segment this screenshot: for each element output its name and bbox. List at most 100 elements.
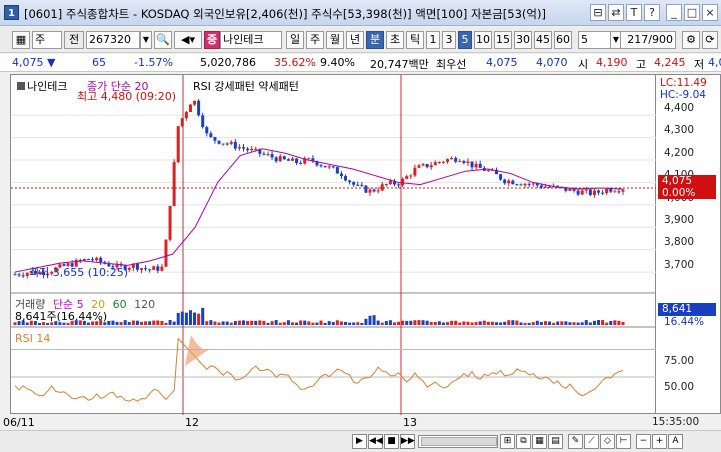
volume-bar bbox=[601, 320, 605, 325]
interval-week[interactable]: 주 bbox=[306, 31, 324, 49]
period-select[interactable]: 주 bbox=[32, 31, 62, 49]
interval-day[interactable]: 일 bbox=[286, 31, 304, 49]
candle-body bbox=[201, 115, 205, 128]
volume-bar bbox=[331, 322, 335, 325]
volume-bar bbox=[348, 322, 352, 325]
font-icon[interactable]: A bbox=[668, 434, 683, 449]
refresh-icon[interactable]: ⟳ bbox=[702, 31, 718, 49]
interval-second[interactable]: 초 bbox=[386, 31, 404, 49]
candle-body bbox=[95, 257, 99, 261]
minimize-button[interactable]: _ bbox=[666, 4, 682, 21]
volume-bar bbox=[433, 321, 437, 325]
chart-canvas[interactable] bbox=[11, 75, 657, 415]
high-label: 고 bbox=[636, 58, 647, 71]
minute-5[interactable]: 5 bbox=[458, 31, 472, 49]
volume-bar bbox=[527, 322, 531, 325]
x-label-13: 13 bbox=[403, 416, 417, 429]
candle-body bbox=[380, 184, 384, 191]
text-icon[interactable]: T bbox=[626, 4, 642, 21]
minute-60[interactable]: 60 bbox=[554, 31, 572, 49]
volume-bar bbox=[397, 321, 401, 325]
range-field[interactable]: 217/900 bbox=[620, 31, 676, 49]
shape-icon[interactable]: ◇ bbox=[600, 434, 615, 449]
zoom-out-icon[interactable]: − bbox=[636, 434, 651, 449]
volume-bar bbox=[392, 322, 396, 325]
volume-bar bbox=[572, 322, 576, 325]
x-label-0611: 06/11 bbox=[3, 416, 35, 429]
interval-year[interactable]: 년 bbox=[346, 31, 364, 49]
close-button[interactable]: × bbox=[702, 4, 718, 21]
volume-bar bbox=[295, 322, 299, 325]
candle-body bbox=[352, 182, 356, 185]
search-icon[interactable]: 🔍 bbox=[154, 31, 172, 49]
zoom-icon[interactable]: ⊞ bbox=[500, 434, 515, 449]
layout-icon[interactable]: ▦ bbox=[12, 31, 30, 49]
draw-icon[interactable]: ✎ bbox=[568, 434, 583, 449]
candle-body bbox=[486, 169, 490, 171]
volume-bar bbox=[548, 321, 552, 325]
interval-tick[interactable]: 틱 bbox=[406, 31, 424, 49]
count-select[interactable]: 5 bbox=[578, 31, 614, 49]
volume-bar bbox=[462, 321, 466, 325]
layout2-icon[interactable]: ▦ bbox=[532, 434, 547, 449]
minute-30[interactable]: 30 bbox=[514, 31, 532, 49]
candle-body bbox=[327, 166, 331, 168]
code-dropdown-icon[interactable]: ▼ bbox=[140, 31, 152, 49]
volume-bar bbox=[368, 315, 372, 325]
chart-area[interactable]: 나인테크 종가 단순 20 RSI 강세패턴 약세패턴 최고 4,480 (09… bbox=[3, 74, 657, 429]
current-price: 4,075 bbox=[12, 56, 44, 69]
scroll-track[interactable] bbox=[418, 435, 498, 448]
grid-icon[interactable]: ▤ bbox=[548, 434, 563, 449]
settings-icon[interactable]: ⚙ bbox=[682, 31, 700, 49]
help-icon[interactable]: ? bbox=[644, 4, 660, 21]
candle-body bbox=[527, 183, 531, 185]
volume-bar bbox=[209, 320, 213, 325]
volume-bar bbox=[499, 322, 503, 325]
volume-bar bbox=[511, 320, 515, 325]
zoom-in-icon[interactable]: + bbox=[652, 434, 667, 449]
volume-bar bbox=[609, 320, 613, 325]
speaker-icon[interactable]: ◀▾ bbox=[174, 31, 202, 49]
forward-icon[interactable]: ▶▶ bbox=[400, 434, 415, 449]
candle-body bbox=[335, 167, 339, 174]
low-label: 저 bbox=[694, 58, 705, 71]
candle-body bbox=[417, 165, 421, 168]
volume-bar bbox=[405, 320, 409, 325]
candle-body bbox=[621, 189, 625, 192]
interval-minute[interactable]: 분 bbox=[366, 31, 384, 49]
candle-body bbox=[254, 148, 258, 150]
compare-icon[interactable]: ⧉ bbox=[516, 434, 531, 449]
ma-line bbox=[14, 148, 624, 273]
interval-month[interactable]: 월 bbox=[326, 31, 344, 49]
mode-select[interactable]: 전 bbox=[64, 31, 84, 49]
link-icon[interactable]: ⇄ bbox=[608, 4, 624, 21]
max-price-label: 최고 4,480 (09:20) bbox=[77, 90, 177, 103]
scroll-thumb[interactable] bbox=[421, 437, 497, 446]
candle-body bbox=[470, 161, 474, 168]
candle-body bbox=[609, 188, 613, 192]
bottom-controls: ▶ ◀◀ ■ ▶▶ ⊞ ⧉ ▦ ▤ ✎ ⟋ ◇ ⊢ − + A bbox=[0, 430, 721, 452]
minute-3[interactable]: 3 bbox=[442, 31, 456, 49]
code-input[interactable]: 267320 bbox=[86, 31, 140, 49]
volume-bar bbox=[446, 322, 450, 325]
minute-45[interactable]: 45 bbox=[534, 31, 552, 49]
volume-bar bbox=[535, 320, 539, 325]
candle-body bbox=[168, 205, 172, 240]
measure-icon[interactable]: ⊢ bbox=[616, 434, 631, 449]
best-label: 최우선 bbox=[436, 58, 467, 71]
play-icon[interactable]: ▶ bbox=[352, 434, 367, 449]
chart-icon[interactable]: ⊟ bbox=[590, 4, 606, 21]
candle-body bbox=[233, 141, 237, 149]
rewind-icon[interactable]: ◀◀ bbox=[368, 434, 383, 449]
minute-1[interactable]: 1 bbox=[426, 31, 440, 49]
maximize-button[interactable]: □ bbox=[684, 4, 700, 21]
volume-bar bbox=[515, 320, 519, 325]
candle-body bbox=[511, 180, 515, 185]
minute-15[interactable]: 15 bbox=[494, 31, 512, 49]
candle-body bbox=[197, 100, 201, 116]
minute-10[interactable]: 10 bbox=[474, 31, 492, 49]
stop-icon[interactable]: ■ bbox=[384, 434, 399, 449]
line-icon[interactable]: ⟋ bbox=[584, 434, 599, 449]
candle-body bbox=[450, 157, 454, 160]
low-price: 4,0 bbox=[708, 56, 721, 69]
